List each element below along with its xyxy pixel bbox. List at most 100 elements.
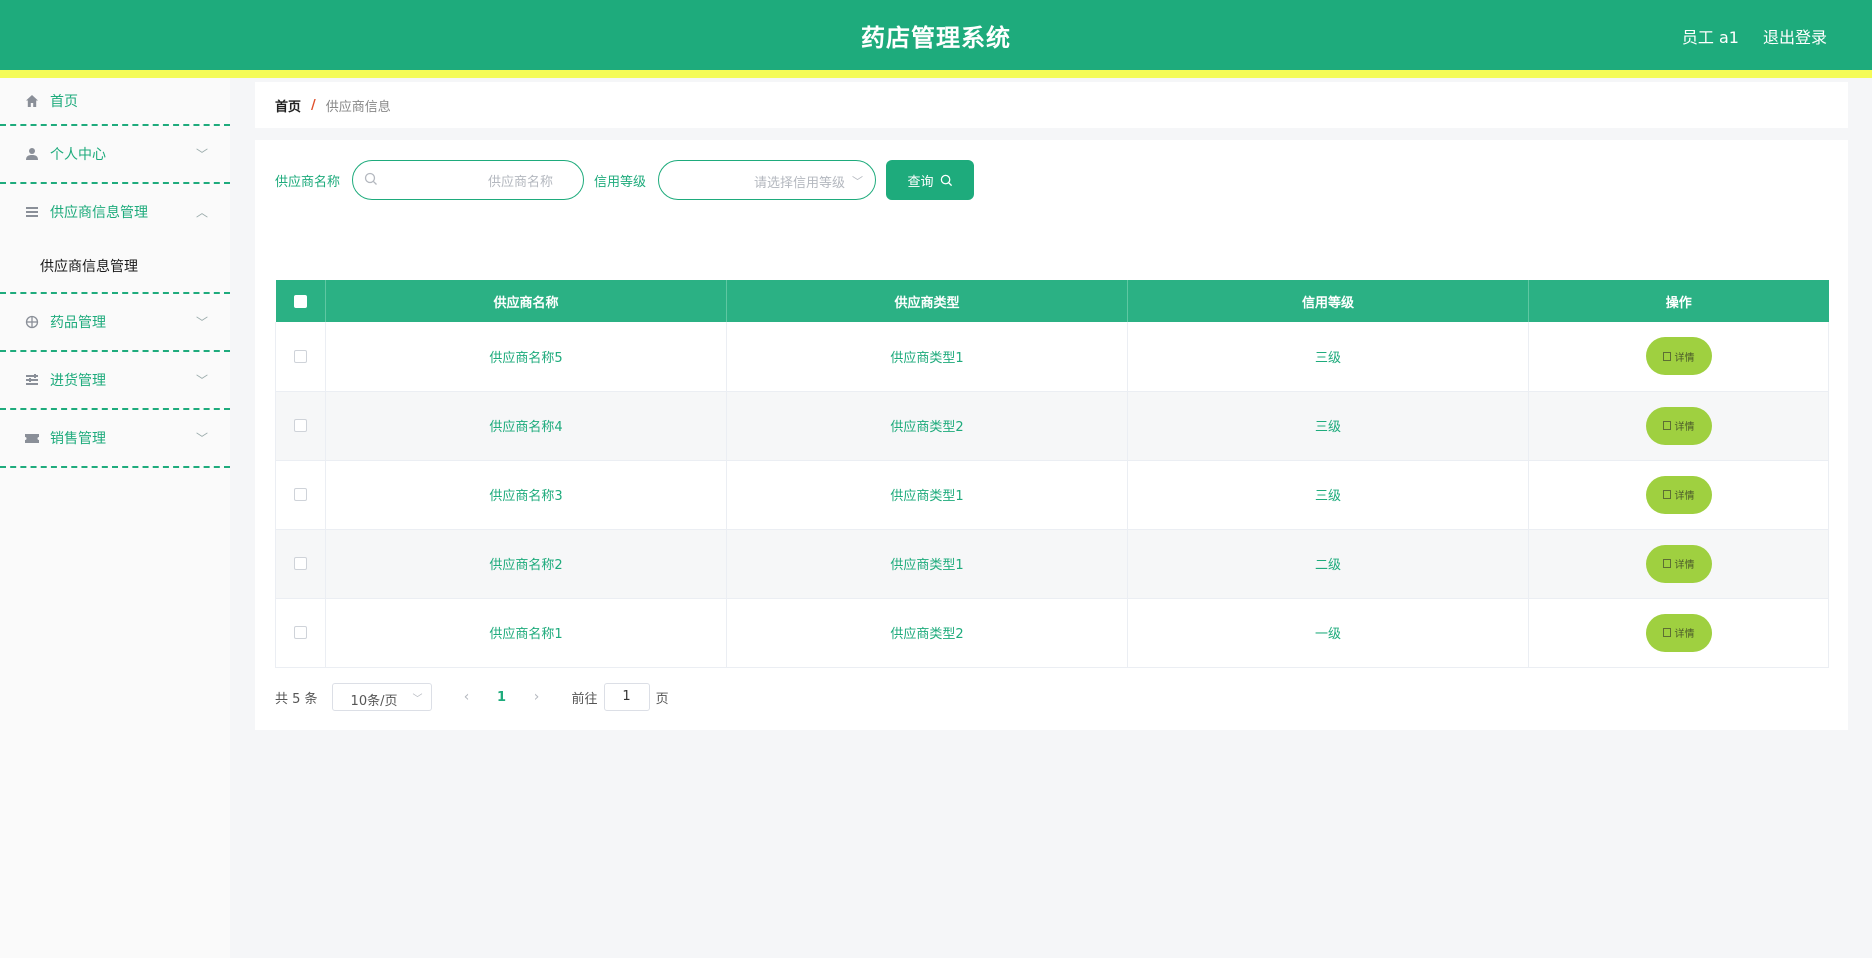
chevron-down-icon: ﹀ <box>412 694 423 705</box>
supplier-type-cell: 供应商类型2 <box>726 598 1128 668</box>
total-count: 共 5 条 <box>275 691 318 707</box>
credit-level-cell: 一级 <box>1127 598 1529 668</box>
sidebar-item-label: 首页 <box>50 94 78 110</box>
supplier-type-cell: 供应商类型1 <box>726 322 1128 392</box>
query-button[interactable]: 查询 <box>886 160 975 200</box>
prev-page-button[interactable]: ‹ <box>452 689 482 705</box>
row-checkbox[interactable] <box>294 419 307 432</box>
detail-button[interactable]: 详情 <box>1645 406 1712 445</box>
query-button-label: 查询 <box>907 174 934 190</box>
chevron-down-icon: ﹀ <box>852 175 864 188</box>
action-cell: 详情 <box>1528 460 1829 530</box>
row-checkbox[interactable] <box>294 349 307 363</box>
main-panel: 供应商名称 供应商名称 信用等级 请选择信用等级 ﹀ 查询 供应商名称 供应商类… <box>255 140 1848 730</box>
row-select-cell <box>275 598 326 668</box>
detail-button[interactable]: 详情 <box>1645 337 1712 376</box>
logout-button[interactable]: 退出登录 <box>1763 24 1827 48</box>
supplier-name-cell: 供应商名称4 <box>325 391 727 461</box>
action-cell: 详情 <box>1528 529 1829 599</box>
page-number[interactable]: 1 <box>482 690 522 705</box>
goto-label: 前往 <box>571 691 598 707</box>
chevron-up-icon: ︿ <box>195 205 208 220</box>
pagination: 共 5 条 10条/页 ﹀ ‹ 1 › 前往 1 页 <box>275 682 669 712</box>
supplier-type-cell: 供应商类型2 <box>726 391 1128 461</box>
row-checkbox[interactable] <box>294 488 307 501</box>
select-all-checkbox[interactable] <box>293 294 307 308</box>
credit-level-select[interactable]: 请选择信用等级 ﹀ <box>658 160 877 200</box>
next-page-button[interactable]: › <box>522 689 552 705</box>
detail-button[interactable]: 详情 <box>1645 613 1712 652</box>
page-size-select[interactable]: 10条/页 ﹀ <box>331 683 432 711</box>
detail-button-label: 详情 <box>1674 629 1695 640</box>
column-header: 供应商类型 <box>726 280 1128 322</box>
detail-button[interactable]: 详情 <box>1645 475 1712 514</box>
column-header: 供应商名称 <box>325 280 727 322</box>
search-icon <box>364 172 377 185</box>
chevron-down-icon: ﹀ <box>195 431 208 446</box>
search-icon <box>940 174 952 186</box>
sidebar-item-label: 进货管理 <box>50 373 106 389</box>
goto-page-input[interactable]: 1 <box>603 683 650 711</box>
sidebar-item-home[interactable]: 首页 <box>0 78 230 126</box>
sidebar: 首页 个人中心 ﹀ 供应商信息管理 ︿ 供应商信息管理 药品管理 ﹀ 进货管理 … <box>0 78 230 958</box>
table-row: 供应商名称5 供应商类型1 三级 详情 <box>275 322 1829 392</box>
table-row: 供应商名称4 供应商类型2 三级 详情 <box>275 391 1829 461</box>
sliders-icon <box>24 372 40 388</box>
sidebar-item-supplier[interactable]: 供应商信息管理 ︿ <box>0 184 230 240</box>
sidebar-item-label: 销售管理 <box>50 431 106 447</box>
user-icon <box>24 146 40 162</box>
breadcrumb: 首页 / 供应商信息 <box>255 82 1848 128</box>
credit-level-cell: 三级 <box>1127 391 1529 461</box>
action-cell: 详情 <box>1528 391 1829 461</box>
ticket-icon <box>24 430 40 446</box>
action-cell: 详情 <box>1528 598 1829 668</box>
detail-button-label: 详情 <box>1674 560 1695 571</box>
detail-button-label: 详情 <box>1674 422 1695 433</box>
document-icon <box>1662 628 1671 637</box>
row-checkbox[interactable] <box>294 557 307 570</box>
credit-level-cell: 三级 <box>1127 322 1529 392</box>
breadcrumb-current: 供应商信息 <box>325 99 391 115</box>
detail-button[interactable]: 详情 <box>1645 544 1712 583</box>
document-icon <box>1662 559 1671 568</box>
user-area: 员工 a1 退出登录 <box>1682 24 1827 48</box>
row-checkbox[interactable] <box>294 626 307 639</box>
sidebar-item-profile[interactable]: 个人中心 ﹀ <box>0 126 230 184</box>
search-bar: 供应商名称 供应商名称 信用等级 请选择信用等级 ﹀ 查询 <box>275 160 975 200</box>
document-icon <box>1662 490 1671 499</box>
column-header: 信用等级 <box>1127 280 1529 322</box>
sidebar-item-sales[interactable]: 销售管理 ﹀ <box>0 410 230 468</box>
breadcrumb-separator: / <box>311 97 316 113</box>
row-select-cell <box>275 529 326 599</box>
breadcrumb-home[interactable]: 首页 <box>275 96 301 115</box>
app-title: 药店管理系统 <box>861 24 1011 52</box>
chevron-down-icon: ﹀ <box>195 315 208 330</box>
list-icon <box>24 204 40 220</box>
detail-button-label: 详情 <box>1674 491 1695 502</box>
column-header: 操作 <box>1528 280 1829 322</box>
sidebar-item-label: 药品管理 <box>50 315 106 331</box>
sidebar-item-label: 供应商信息管理 <box>50 205 148 221</box>
supplier-name-cell: 供应商名称2 <box>325 529 727 599</box>
target-icon <box>24 314 40 330</box>
table-header-row: 供应商名称 供应商类型 信用等级 操作 <box>275 280 1829 322</box>
detail-button-label: 详情 <box>1674 352 1695 364</box>
supplier-name-input[interactable]: 供应商名称 <box>352 160 585 200</box>
table-row: 供应商名称3 供应商类型1 三级 详情 <box>275 460 1829 530</box>
chevron-down-icon: ﹀ <box>195 373 208 388</box>
sidebar-item-purchase[interactable]: 进货管理 ﹀ <box>0 352 230 410</box>
page-size-value: 10条/页 <box>350 694 398 709</box>
sidebar-group-supplier: 供应商信息管理 ︿ 供应商信息管理 <box>0 184 230 294</box>
sidebar-item-medicine[interactable]: 药品管理 ﹀ <box>0 294 230 352</box>
table-row: 供应商名称1 供应商类型2 一级 详情 <box>275 598 1829 668</box>
supplier-table: 供应商名称 供应商类型 信用等级 操作 供应商名称5 供应商类型1 三级 详情 … <box>275 280 1829 668</box>
table-row: 供应商名称2 供应商类型1 二级 详情 <box>275 529 1829 599</box>
sidebar-subitem-supplier-info[interactable]: 供应商信息管理 <box>0 240 230 292</box>
action-cell: 详情 <box>1528 322 1829 392</box>
credit-level-cell: 二级 <box>1127 529 1529 599</box>
credit-level-label: 信用等级 <box>594 174 647 190</box>
select-all-cell <box>275 280 326 322</box>
supplier-type-cell: 供应商类型1 <box>726 460 1128 530</box>
credit-level-cell: 三级 <box>1127 460 1529 530</box>
supplier-type-cell: 供应商类型1 <box>726 529 1128 599</box>
